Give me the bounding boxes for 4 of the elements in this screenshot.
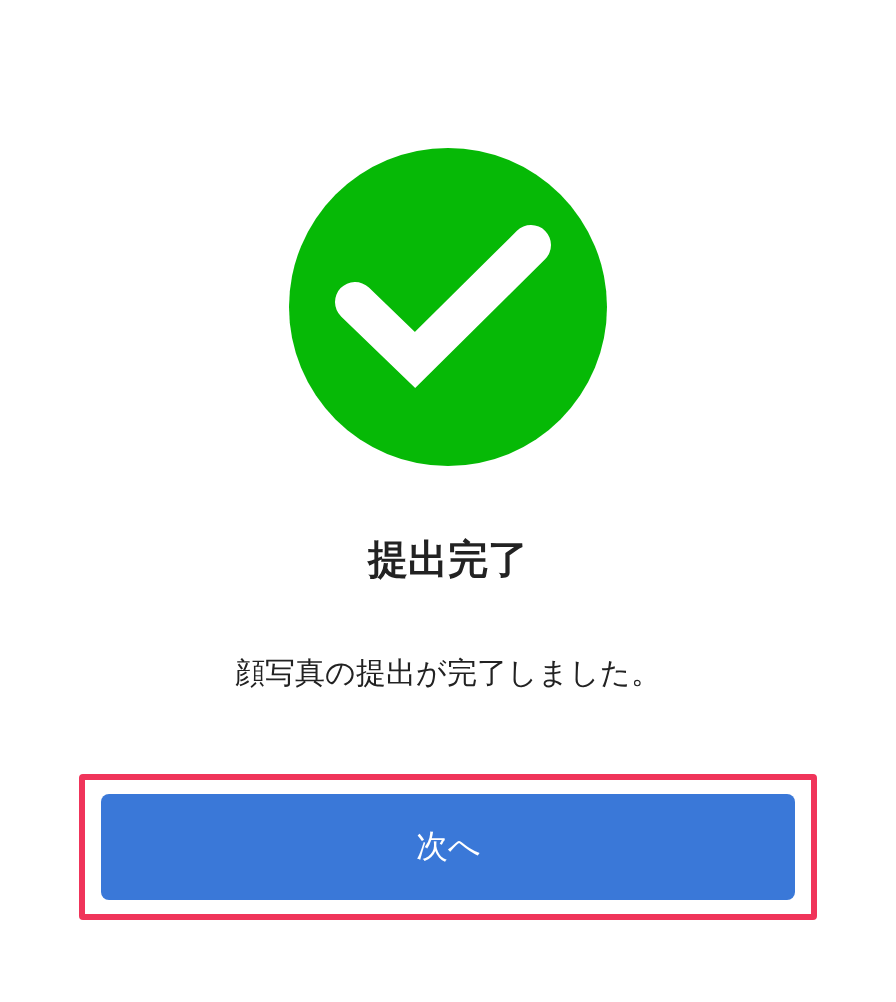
next-button[interactable]: 次へ [101, 794, 795, 900]
message: 顔写真の提出が完了しました。 [235, 654, 661, 692]
title: 提出完了 [368, 535, 528, 584]
check-circle-icon [289, 148, 607, 466]
